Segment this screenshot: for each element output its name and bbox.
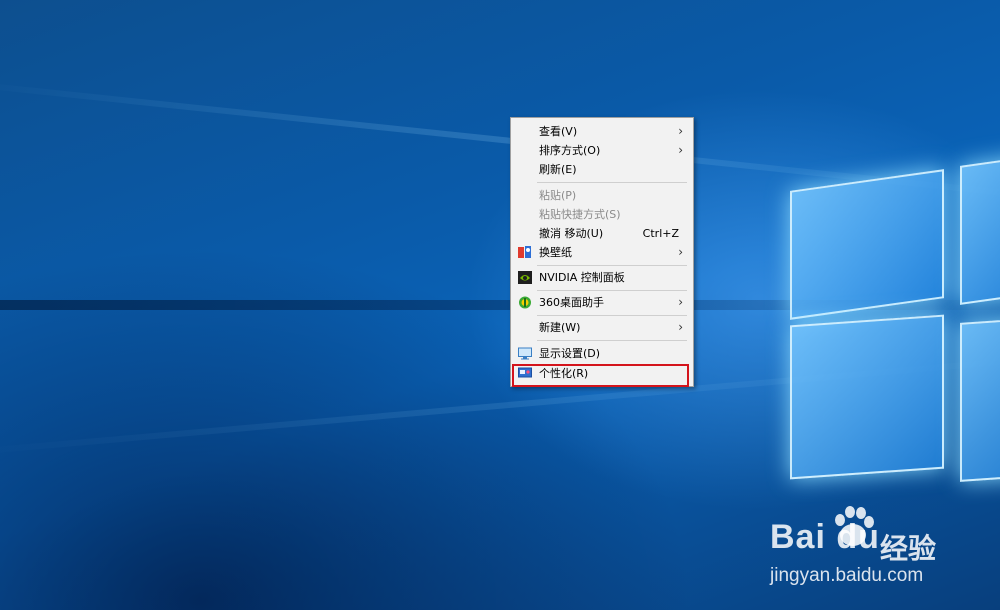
windows-logo-wallpaper [790, 150, 1000, 482]
menu-item-nvidia-control-panel[interactable]: NVIDIA 控制面板 [513, 268, 689, 287]
logo-pane [790, 169, 944, 320]
logo-pane [790, 314, 944, 480]
menu-item-paste[interactable]: 粘贴(P) [513, 186, 689, 205]
menu-item-view[interactable]: 查看(V) › [513, 122, 689, 141]
submenu-arrow-icon: › [678, 295, 683, 309]
submenu-arrow-icon: › [678, 124, 683, 138]
wallpaper-icon [518, 246, 532, 259]
menu-item-label: NVIDIA 控制面板 [539, 271, 625, 284]
nvidia-icon [518, 271, 532, 284]
menu-item-label: 换壁纸 [539, 246, 572, 259]
360-icon [518, 296, 532, 309]
menu-item-refresh[interactable]: 刷新(E) [513, 160, 689, 179]
menu-item-label: 粘贴快捷方式(S) [539, 208, 621, 221]
desktop-context-menu: 查看(V) › 排序方式(O) › 刷新(E) 粘贴(P) 粘贴快捷方式(S) … [510, 117, 694, 387]
menu-item-paste-shortcut[interactable]: 粘贴快捷方式(S) [513, 205, 689, 224]
logo-pane [960, 154, 1000, 305]
menu-separator [537, 265, 687, 266]
menu-item-new[interactable]: 新建(W) › [513, 318, 689, 337]
menu-item-360-desktop-assistant[interactable]: 360桌面助手 › [513, 293, 689, 312]
watermark-url: jingyan.baidu.com [770, 565, 924, 586]
menu-separator [537, 182, 687, 183]
submenu-arrow-icon: › [678, 320, 683, 334]
submenu-arrow-icon: › [678, 143, 683, 157]
menu-item-label: 撤消 移动(U) [539, 227, 604, 240]
menu-item-label: 360桌面助手 [539, 296, 604, 309]
menu-item-change-wallpaper[interactable]: 换壁纸 › [513, 243, 689, 262]
menu-item-label: 刷新(E) [539, 163, 577, 176]
baidu-watermark-logo: Bai du [770, 518, 880, 556]
menu-item-label: 排序方式(O) [539, 144, 601, 157]
submenu-arrow-icon: › [678, 245, 683, 259]
menu-item-label: 查看(V) [539, 125, 578, 138]
menu-item-display-settings[interactable]: 显示设置(D) [513, 344, 689, 363]
jingyan-watermark: 经验 [880, 533, 937, 564]
menu-item-label: 新建(W) [539, 321, 581, 334]
highlight-box [512, 364, 689, 387]
menu-separator [537, 290, 687, 291]
menu-separator [537, 315, 687, 316]
menu-item-shortcut: Ctrl+Z [642, 227, 679, 240]
menu-separator [537, 340, 687, 341]
menu-item-label: 粘贴(P) [539, 189, 577, 202]
logo-pane [960, 317, 1000, 482]
menu-item-label: 显示设置(D) [539, 347, 601, 360]
menu-item-undo-move[interactable]: 撤消 移动(U) Ctrl+Z [513, 224, 689, 243]
display-icon [518, 347, 532, 360]
menu-item-sort-by[interactable]: 排序方式(O) › [513, 141, 689, 160]
